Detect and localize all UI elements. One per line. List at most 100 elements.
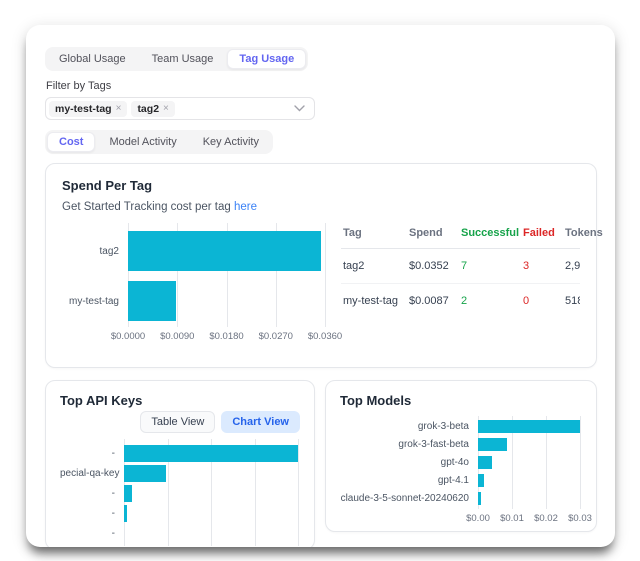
bar-track — [124, 465, 298, 482]
bar-track — [478, 492, 580, 505]
spend-per-tag-chart: tag2 my-test-tag $0.0000 $0.0090 $0.0180 $0.… — [62, 223, 327, 344]
column-header: Failed — [521, 223, 563, 249]
table-view-button[interactable]: Table View — [140, 411, 215, 433]
table-cell: my-test-tag — [341, 284, 407, 319]
x-tick-label: $0.0360 — [308, 331, 342, 342]
table-cell: 0 — [521, 284, 563, 319]
bar-row: gpt-4.1 — [340, 474, 580, 487]
remove-tag-icon[interactable]: × — [163, 103, 169, 114]
table-cell: 2,939 — [563, 249, 580, 284]
bar-track — [478, 420, 580, 433]
data-table: TagSpendSuccessfulFailedTokenstag2$0.035… — [341, 223, 580, 318]
tag-chip: my-test-tag × — [49, 101, 127, 117]
x-tick-label: $0.0270 — [259, 331, 293, 342]
bar-row: - — [60, 505, 298, 522]
spend-table: TagSpendSuccessfulFailedTokenstag2$0.035… — [341, 223, 580, 344]
column-header: Tag — [341, 223, 407, 249]
x-tick-label: $0.01 — [500, 513, 524, 524]
chevron-down-icon[interactable] — [294, 105, 305, 112]
category-label: claude-3-5-sonnet-20240620 — [340, 493, 478, 504]
subtitle-text: Get Started Tracking cost per tag — [62, 201, 234, 213]
table-row: tag2$0.0352732,939 — [341, 249, 580, 284]
models-card-title: Top Models — [340, 393, 582, 408]
x-tick-label: $0.00 — [466, 513, 490, 524]
column-header: Tokens — [563, 223, 580, 249]
x-axis: $0.0000$0.0090$0.0180$0.0270$0.0360 — [128, 327, 325, 344]
bar[interactable] — [124, 465, 166, 482]
table-cell: 518 — [563, 284, 580, 319]
category-label: gpt-4o — [340, 457, 478, 468]
here-link[interactable]: here — [234, 201, 257, 213]
table-cell: 3 — [521, 249, 563, 284]
spend-card-subtitle: Get Started Tracking cost per tag here — [62, 201, 580, 213]
bar[interactable] — [478, 474, 484, 487]
bar[interactable] — [478, 438, 507, 451]
bar-track — [128, 281, 325, 321]
top-models-chart: grok-3-beta grok-3-fast-beta gpt-4o gpt-4.1… — [340, 416, 582, 524]
bar[interactable] — [478, 492, 481, 505]
bar[interactable] — [128, 281, 176, 321]
bar-row: grok-3-beta — [340, 420, 580, 433]
spend-card-title: Spend Per Tag — [62, 178, 580, 193]
top-api-keys-card: Top API Keys Table View Chart View -peci… — [45, 380, 315, 547]
x-tick-label: $0.0000 — [111, 331, 145, 342]
dashboard-window: Global Usage Team Usage Tag Usage Filter… — [26, 25, 615, 547]
column-header: Successful — [459, 223, 521, 249]
x-tick-label: $0.02 — [534, 513, 558, 524]
bar[interactable] — [478, 456, 492, 469]
table-cell: $0.0087 — [407, 284, 459, 319]
tab-global-usage[interactable]: Global Usage — [47, 49, 138, 69]
tab-model-activity[interactable]: Model Activity — [97, 132, 188, 152]
category-label: gpt-4.1 — [340, 475, 478, 486]
bar[interactable] — [124, 485, 132, 502]
x-tick-label: $0.03 — [568, 513, 592, 524]
bar-row: grok-3-fast-beta — [340, 438, 580, 451]
cost-tabbar: Cost Model Activity Key Activity — [45, 130, 273, 154]
tag-chip: tag2 × — [131, 101, 174, 117]
x-axis: $0.00$0.01$0.02$0.03 — [478, 509, 580, 524]
category-label: pecial-qa-key — [60, 468, 124, 479]
bar-row: - — [60, 485, 298, 502]
spend-per-tag-card: Spend Per Tag Get Started Tracking cost … — [45, 163, 597, 368]
tab-cost[interactable]: Cost — [47, 132, 95, 152]
filter-by-tags-label: Filter by Tags — [46, 80, 597, 93]
category-label: - — [60, 528, 124, 539]
bar-track — [124, 445, 298, 462]
category-label: my-test-tag — [62, 296, 128, 307]
bar[interactable] — [478, 420, 580, 433]
column-header: Spend — [407, 223, 459, 249]
bar[interactable] — [124, 505, 127, 522]
table-cell: $0.0352 — [407, 249, 459, 284]
category-label: - — [60, 508, 124, 519]
category-label: grok-3-beta — [340, 421, 478, 432]
bar[interactable] — [128, 231, 321, 271]
usage-tabbar: Global Usage Team Usage Tag Usage — [45, 47, 308, 71]
bar-row: - — [60, 445, 298, 462]
tag-chip-label: tag2 — [137, 103, 159, 115]
tag-chip-label: my-test-tag — [55, 103, 112, 115]
tab-key-activity[interactable]: Key Activity — [191, 132, 271, 152]
category-label: - — [60, 448, 124, 459]
bar-row: gpt-4o — [340, 456, 580, 469]
bar-row: tag2 — [62, 231, 325, 271]
remove-tag-icon[interactable]: × — [116, 103, 122, 114]
tab-team-usage[interactable]: Team Usage — [140, 49, 226, 69]
table-row: my-test-tag$0.008720518 — [341, 284, 580, 319]
top-models-card: Top Models grok-3-beta grok-3-fast-beta gp… — [325, 380, 597, 532]
bar-track — [124, 485, 298, 502]
bar-track — [124, 505, 298, 522]
bar-track — [478, 438, 580, 451]
x-tick-label: $0.0090 — [160, 331, 194, 342]
chart-view-button[interactable]: Chart View — [221, 411, 300, 433]
bar[interactable] — [124, 445, 298, 462]
table-cell: tag2 — [341, 249, 407, 284]
bar-track — [478, 474, 580, 487]
x-tick-label: $0.0180 — [209, 331, 243, 342]
tab-tag-usage[interactable]: Tag Usage — [227, 49, 306, 69]
tag-filter-select[interactable]: my-test-tag × tag2 × — [45, 97, 315, 120]
category-label: - — [60, 488, 124, 499]
bar-row: my-test-tag — [62, 281, 325, 321]
top-api-keys-chart: - pecial-qa-key - - - — [60, 439, 300, 546]
table-cell: 7 — [459, 249, 521, 284]
category-label: grok-3-fast-beta — [340, 439, 478, 450]
